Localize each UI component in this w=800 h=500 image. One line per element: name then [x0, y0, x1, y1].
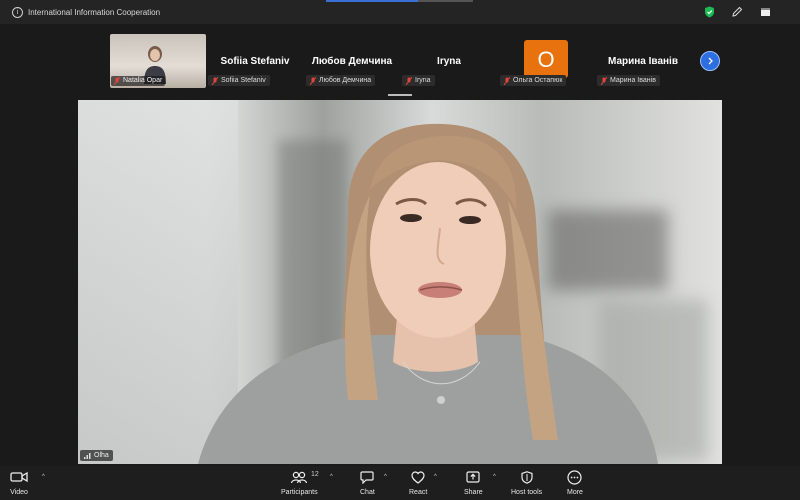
more-label: More: [567, 489, 583, 496]
participant-name-chip: Любов Демчина: [306, 75, 376, 86]
more-button[interactable]: More: [567, 469, 583, 496]
window-title: International Information Cooperation: [28, 7, 161, 17]
participants-label: Participants: [281, 489, 318, 496]
mic-off-icon: [504, 76, 510, 85]
speaker-name-chip: Olha: [80, 450, 113, 461]
participant-name-chip: Sofiia Stefaniv: [208, 75, 270, 86]
mic-off-icon: [310, 76, 316, 85]
share-options-chevron-icon[interactable]: ^: [493, 474, 496, 480]
chat-label: Chat: [360, 489, 375, 496]
participant-thumbnail-video[interactable]: Natalia Opar: [110, 34, 206, 88]
mic-off-icon: [212, 76, 218, 85]
host-tools-label: Host tools: [511, 489, 543, 496]
speaker-name: Olha: [94, 452, 109, 459]
mic-off-icon: [114, 77, 120, 85]
video-options-chevron-icon[interactable]: ^: [42, 474, 45, 480]
share-screen-icon: [466, 470, 480, 483]
participant-name: Iryna: [415, 77, 431, 84]
tab-divider: [418, 0, 473, 2]
participant-display-name: Iryna: [437, 56, 461, 67]
participant-name: Любов Демчина: [319, 77, 372, 84]
main-speaker-video: Olha: [78, 100, 722, 464]
participants-icon: [291, 471, 308, 483]
participant-name-chip: Natalia Opar: [111, 76, 166, 86]
participant-name: Ольга Остапюк: [513, 77, 563, 84]
active-tab-accent: [326, 0, 418, 2]
react-button[interactable]: React: [409, 469, 427, 496]
meeting-toolbar: Video ^ Participants 12 ^ Chat ^ React ^…: [0, 466, 800, 500]
participant-name: Natalia Opar: [123, 77, 163, 84]
shield-icon[interactable]: [702, 5, 716, 19]
mic-off-icon: [601, 76, 607, 85]
share-label: Share: [464, 489, 483, 496]
signal-bars-icon: [84, 453, 91, 459]
chat-button[interactable]: Chat: [360, 469, 375, 496]
participant-name-chip: Iryna: [402, 75, 435, 86]
speaker-image: [198, 123, 658, 464]
video-button[interactable]: Video: [10, 469, 28, 496]
heart-icon: [411, 470, 425, 484]
chevron-right-icon: [708, 57, 713, 65]
video-label: Video: [10, 489, 28, 496]
participant-name: Sofiia Stefaniv: [221, 77, 266, 84]
window-icon[interactable]: [758, 5, 772, 19]
next-page-button[interactable]: [700, 51, 720, 71]
participant-name: Марина Іванів: [610, 77, 656, 84]
avatar: O: [524, 40, 568, 78]
host-shield-icon: [520, 470, 533, 484]
participant-display-name: Sofiia Stefaniv: [220, 56, 290, 67]
video-camera-icon: [10, 471, 28, 483]
mic-off-icon: [406, 76, 412, 85]
participants-options-chevron-icon[interactable]: ^: [330, 474, 333, 480]
edit-icon[interactable]: [730, 5, 744, 19]
participant-name-chip: Ольга Остапюк: [500, 75, 567, 86]
chat-icon: [360, 470, 374, 484]
participant-display-name: Любов Демчина: [311, 56, 393, 67]
react-options-chevron-icon[interactable]: ^: [434, 474, 437, 480]
participants-count: 12: [311, 471, 319, 478]
page-indicator: [388, 94, 412, 96]
participant-name-chip: Марина Іванів: [597, 75, 660, 86]
chat-options-chevron-icon[interactable]: ^: [384, 474, 387, 480]
participant-display-name: Марина Іванів: [608, 56, 678, 67]
title-bar-icons: [702, 5, 772, 19]
react-label: React: [409, 489, 428, 496]
more-icon: [567, 469, 583, 485]
host-tools-button[interactable]: Host tools: [511, 469, 542, 496]
title-bar: i International Information Cooperation: [0, 0, 800, 24]
participant-strip: Natalia Opar Sofiia Stefaniv Sofiia Stef…: [0, 24, 800, 96]
share-button[interactable]: Share: [464, 469, 483, 496]
info-icon[interactable]: i: [12, 6, 23, 18]
